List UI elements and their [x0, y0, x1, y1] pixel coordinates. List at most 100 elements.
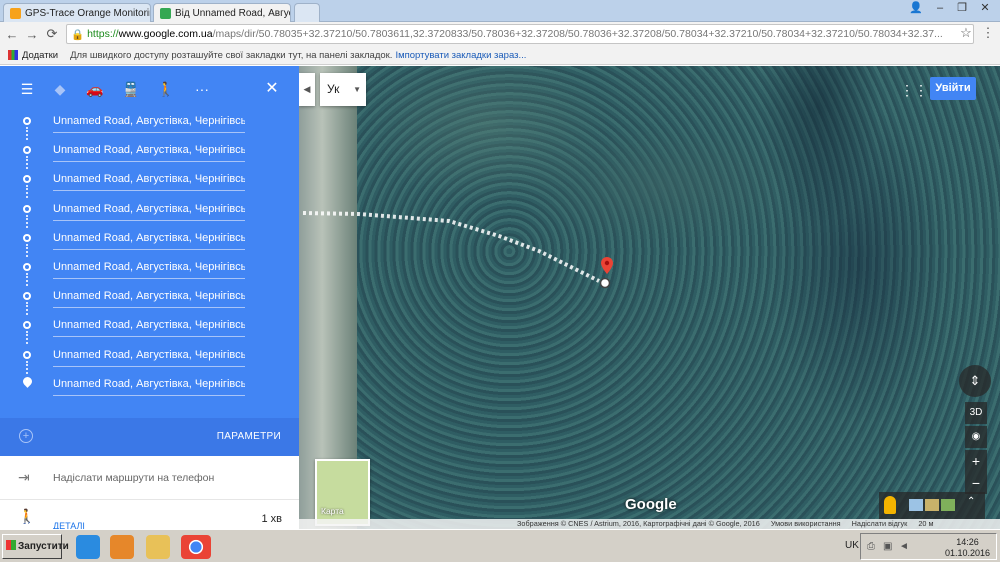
url-host: www.google.com.ua: [118, 28, 213, 40]
imagery-thumb-1[interactable]: [909, 499, 923, 511]
waypoint-input[interactable]: Unnamed Road, Августівка, Чернігівська: [53, 201, 245, 221]
waypoint-row[interactable]: Unnamed Road, Августівка, Чернігівська: [0, 314, 299, 345]
zoom-in-button[interactable]: +: [965, 450, 987, 472]
waypoint-row[interactable]: Unnamed Road, Августівка, Чернігівська: [0, 198, 299, 228]
expand-icon[interactable]: ⌃: [967, 496, 975, 507]
start-button[interactable]: Запустити: [2, 534, 69, 559]
new-tab-button[interactable]: [294, 3, 320, 22]
media-player-icon[interactable]: [110, 535, 134, 559]
map-type-toggle[interactable]: Карта: [315, 459, 370, 526]
travel-mode-bar: ☰ ◆ 🚗 🚆 🚶 ··· ✕: [0, 76, 299, 102]
route-path: [302, 211, 611, 289]
imagery-thumb-2[interactable]: [925, 499, 939, 511]
waypoint-input[interactable]: Unnamed Road, Августівка, Чернігівська: [53, 376, 245, 396]
waypoint-connector: [26, 127, 28, 140]
waypoint-row[interactable]: Unnamed Road, Августівка, Чернігівська: [0, 110, 299, 140]
pegman-icon[interactable]: [884, 496, 896, 514]
route-option[interactable]: 🚶 ДЕТАЛІ 1 хв: [0, 500, 299, 531]
chrome-icon[interactable]: [181, 535, 211, 559]
my-location-icon[interactable]: ◉: [965, 426, 987, 448]
maximize-icon[interactable]: ❐: [951, 0, 973, 16]
car-icon[interactable]: 🚗: [85, 79, 105, 99]
waypoint-row[interactable]: Unnamed Road, Августівка, Чернігівська: [0, 139, 299, 170]
forward-icon[interactable]: →: [22, 27, 42, 42]
waypoint-dot-icon: [23, 292, 31, 301]
menu-icon[interactable]: ☰: [17, 79, 37, 99]
map-type-label: Карта: [321, 506, 344, 516]
compass-icon[interactable]: ⇕: [959, 365, 991, 397]
tab-title: GPS-Trace Orange Monitoring: [25, 7, 151, 19]
explorer-icon[interactable]: [146, 535, 170, 559]
waypoint-input[interactable]: Unnamed Road, Августівка, Чернігівська: [53, 288, 245, 309]
send-to-phone-row[interactable]: ⇥ Надіслати маршрути на телефон: [0, 456, 299, 500]
language-indicator[interactable]: UK: [845, 540, 859, 551]
waypoint-dot-icon: [23, 233, 31, 242]
volume-icon[interactable]: ◄: [899, 541, 909, 552]
import-bookmarks-link[interactable]: Імпортувати закладки зараз...: [395, 50, 526, 61]
terms-link[interactable]: Умови використання: [771, 519, 841, 528]
close-window-icon[interactable]: ✕: [974, 0, 996, 16]
waypoint-input[interactable]: Unnamed Road, Августівка, Чернігівська: [53, 259, 245, 279]
back-icon[interactable]: ←: [2, 27, 22, 42]
feedback-link[interactable]: Надіслати відгук: [852, 519, 908, 528]
location-pin-icon[interactable]: [601, 257, 613, 274]
printer-icon[interactable]: ⎙: [867, 541, 875, 552]
profile-icon[interactable]: 👤: [905, 0, 927, 16]
waypoint-input[interactable]: Unnamed Road, Августівка, Чернігівська: [53, 347, 245, 367]
send-to-phone-icon: ⇥: [18, 469, 30, 485]
minimize-icon[interactable]: –: [929, 0, 951, 16]
apps-link[interactable]: Додатки: [22, 50, 58, 61]
sign-in-button[interactable]: Увійти: [930, 77, 976, 100]
transit-icon[interactable]: 🚆: [121, 79, 141, 99]
map-view[interactable]: ◀ Ук ▼ ⋮⋮ Увійти Карта Google ⇕ 3D ◉ + −…: [299, 66, 1000, 529]
zoom-out-button[interactable]: −: [965, 472, 987, 494]
gps-trace-favicon-icon: [10, 7, 21, 19]
google-apps-icon[interactable]: ⋮⋮: [900, 83, 928, 97]
attribution-bar: Зображення © CNES / Astrium, 2016, Карто…: [299, 519, 1000, 529]
waypoint-row[interactable]: Unnamed Road, Августівка, Чернігівська: [0, 227, 299, 257]
imagery-thumb-3[interactable]: [941, 499, 955, 511]
waypoint-input[interactable]: Unnamed Road, Августівка, Чернігівська: [53, 230, 245, 250]
menu-kebab-icon[interactable]: ⋮: [978, 25, 998, 41]
more-icon[interactable]: ···: [192, 79, 212, 99]
waypoint-input[interactable]: Unnamed Road, Августівка, Чернігівська: [53, 171, 245, 192]
language-select[interactable]: Ук ▼: [320, 73, 366, 106]
options-button[interactable]: ПАРАМЕТРИ: [217, 431, 281, 442]
reload-icon[interactable]: ⟳: [42, 26, 62, 42]
walk-icon[interactable]: 🚶: [156, 79, 176, 99]
waypoint-connector: [26, 273, 28, 286]
clock[interactable]: 14:26 01.10.2016: [945, 537, 990, 559]
tilt-3d-button[interactable]: 3D: [965, 402, 987, 424]
waypoint-dot-icon: [23, 350, 31, 359]
waypoint-dot-icon: [23, 321, 31, 330]
waypoint-row[interactable]: Unnamed Road, Августівка, Чернігівська: [0, 256, 299, 286]
waypoint-dot-icon: [23, 204, 31, 213]
collapse-panel-button[interactable]: ◀: [299, 73, 315, 106]
tab-gps-trace[interactable]: GPS-Trace Orange Monitoring ✕: [3, 3, 151, 22]
add-destination-icon[interactable]: +: [19, 429, 33, 443]
apps-icon[interactable]: [8, 50, 18, 60]
browser-toolbar: ← → ⟳ 🔒 https:// www.google.com.ua /maps…: [0, 22, 1000, 46]
tab-title: Від Unnamed Road, Августівка,: [175, 7, 290, 19]
tab-maps[interactable]: Від Unnamed Road, Августівка, ✕: [153, 3, 291, 22]
waypoint-row[interactable]: Unnamed Road, Августівка, Чернігівська: [0, 373, 299, 402]
address-bar[interactable]: 🔒 https:// www.google.com.ua /maps/dir/5…: [66, 24, 974, 44]
google-logo: Google: [625, 496, 677, 513]
waypoint-input[interactable]: Unnamed Road, Августівка, Чернігівська: [53, 113, 245, 133]
attribution-text: Зображення © CNES / Astrium, 2016, Карто…: [517, 519, 760, 528]
network-icon[interactable]: ▣: [883, 541, 892, 552]
waypoint-row[interactable]: Unnamed Road, Августівка, Чернігівська: [0, 285, 299, 316]
waypoint-input[interactable]: Unnamed Road, Августівка, Чернігівська: [53, 142, 245, 163]
waypoint-row[interactable]: Unnamed Road, Августівка, Чернігівська: [0, 344, 299, 374]
waypoint-row[interactable]: Unnamed Road, Августівка, Чернігівська: [0, 168, 299, 199]
close-icon[interactable]: ✕: [262, 79, 282, 99]
waypoint-dot-icon: [23, 263, 31, 271]
ie-icon[interactable]: [76, 535, 100, 559]
destination-pin-icon: [21, 374, 34, 388]
waypoint-dot-icon: [23, 175, 31, 184]
best-route-icon[interactable]: ◆: [50, 79, 70, 99]
clock-time: 14:26: [956, 537, 979, 547]
waypoint-input[interactable]: Unnamed Road, Августівка, Чернігівська: [53, 317, 245, 338]
scale-label[interactable]: 20 м: [918, 519, 933, 528]
bookmark-star-icon[interactable]: ☆: [956, 25, 976, 41]
